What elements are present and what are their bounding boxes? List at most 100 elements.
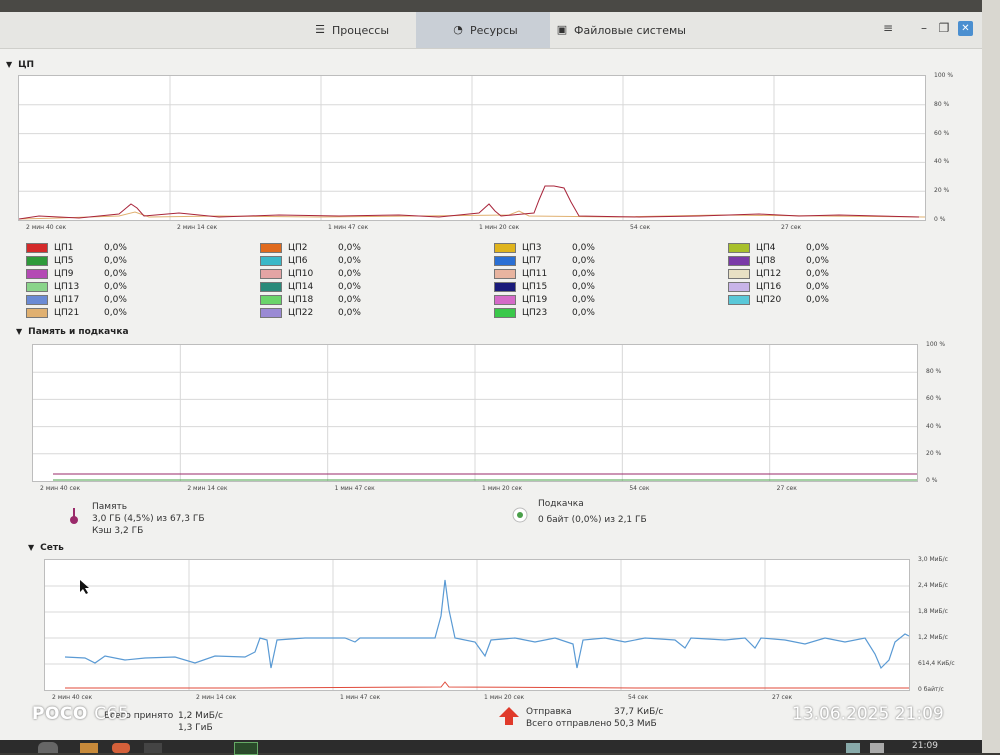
cpu-color-swatch[interactable] bbox=[728, 255, 750, 266]
send-rate: 37,7 КиБ/с bbox=[614, 707, 664, 717]
terminal-app-icon[interactable] bbox=[144, 743, 162, 753]
x-tick-label: 2 мин 40 сек bbox=[26, 224, 67, 231]
y-tick-label: 80 % bbox=[934, 100, 950, 108]
cpu-color-swatch[interactable] bbox=[260, 307, 282, 318]
cpu-legend-item[interactable]: ЦП16 0,0% bbox=[728, 281, 829, 292]
cpu-color-swatch[interactable] bbox=[494, 281, 516, 292]
y-tick-label: 3,0 МиБ/с bbox=[918, 556, 948, 563]
cpu-color-swatch[interactable] bbox=[26, 294, 48, 305]
maximize-icon[interactable]: ❐ bbox=[936, 21, 952, 35]
cpu-color-swatch[interactable] bbox=[26, 268, 48, 279]
cpu-color-swatch[interactable] bbox=[260, 255, 282, 266]
cpu-color-swatch[interactable] bbox=[728, 242, 750, 253]
memory-section-title: Память и подкачка bbox=[28, 327, 129, 337]
cpu-legend-item[interactable]: ЦП18 0,0% bbox=[260, 294, 361, 305]
y-tick-label: 60 % bbox=[926, 395, 942, 403]
x-tick-label: 1 мин 47 сек bbox=[328, 224, 369, 231]
cpu-legend-item[interactable]: ЦП11 0,0% bbox=[494, 268, 595, 279]
cpu-core-value: 0,0% bbox=[104, 294, 127, 305]
network-section-header[interactable]: ▼ Сеть bbox=[28, 543, 64, 553]
send-info: Отправка Всего отправлено bbox=[526, 706, 612, 730]
files-app-icon[interactable] bbox=[80, 743, 98, 753]
app-menu-icon[interactable] bbox=[38, 742, 58, 753]
cpu-color-swatch[interactable] bbox=[260, 268, 282, 279]
network-send-line bbox=[65, 681, 909, 689]
cpu-legend-item[interactable]: ЦП20 0,0% bbox=[728, 294, 829, 305]
tab-processes[interactable]: ☰ Процессы bbox=[308, 12, 422, 48]
cpu-legend-item[interactable]: ЦП23 0,0% bbox=[494, 307, 595, 318]
memory-cache: Кэш 3,2 ГБ bbox=[92, 526, 144, 536]
minimize-icon[interactable]: – bbox=[916, 21, 932, 35]
cpu-color-swatch[interactable] bbox=[26, 307, 48, 318]
menu-icon[interactable]: ≡ bbox=[880, 21, 896, 35]
cpu-legend-item[interactable]: ЦП19 0,0% bbox=[494, 294, 595, 305]
swap-label: Подкачка bbox=[538, 499, 584, 509]
cpu-color-swatch[interactable] bbox=[260, 281, 282, 292]
cpu-core-name: ЦП9 bbox=[54, 268, 74, 279]
receive-values: 1,2 МиБ/с 1,3 ГиБ bbox=[178, 710, 223, 734]
y-tick-label: 40 % bbox=[926, 422, 942, 430]
x-tick-label: 1 мин 20 сек bbox=[482, 485, 523, 492]
tab-resources[interactable]: ◔ Ресурсы bbox=[416, 12, 550, 48]
cpu-legend-item[interactable]: ЦП9 0,0% bbox=[26, 268, 127, 279]
cpu-color-swatch[interactable] bbox=[494, 255, 516, 266]
cpu-core-value: 0,0% bbox=[104, 255, 127, 266]
cpu-color-swatch[interactable] bbox=[260, 242, 282, 253]
cpu-color-swatch[interactable] bbox=[26, 255, 48, 266]
cpu-core-value: 0,0% bbox=[104, 307, 127, 318]
cpu-legend-item[interactable]: ЦП22 0,0% bbox=[260, 307, 361, 318]
cpu-graph-svg bbox=[18, 76, 926, 220]
cpu-legend-item[interactable]: ЦП17 0,0% bbox=[26, 294, 127, 305]
monitor-app-icon[interactable] bbox=[234, 742, 258, 755]
cpu-legend-item[interactable]: ЦП8 0,0% bbox=[728, 255, 829, 266]
cpu-color-swatch[interactable] bbox=[26, 281, 48, 292]
y-tick-label: 80 % bbox=[926, 368, 942, 376]
cpu-legend-item[interactable]: ЦП4 0,0% bbox=[728, 242, 829, 253]
filesystems-icon: ▣ bbox=[556, 23, 568, 36]
cpu-legend-item[interactable]: ЦП21 0,0% bbox=[26, 307, 127, 318]
cpu-core-value: 0,0% bbox=[104, 242, 127, 253]
cpu-color-swatch[interactable] bbox=[494, 268, 516, 279]
tray-clock[interactable]: 21:09 bbox=[912, 741, 938, 751]
cpu-legend-item[interactable]: ЦП1 0,0% bbox=[26, 242, 127, 253]
memory-section-header[interactable]: ▼ Память и подкачка bbox=[16, 327, 129, 337]
cpu-color-swatch[interactable] bbox=[728, 281, 750, 292]
cpu-color-swatch[interactable] bbox=[26, 242, 48, 253]
send-values: 37,7 КиБ/с 50,3 МиБ bbox=[614, 706, 663, 730]
cpu-color-swatch[interactable] bbox=[728, 268, 750, 279]
cpu-core-value: 0,0% bbox=[338, 255, 361, 266]
cpu-color-swatch[interactable] bbox=[494, 242, 516, 253]
cpu-color-swatch[interactable] bbox=[494, 307, 516, 318]
cpu-color-swatch[interactable] bbox=[494, 294, 516, 305]
cpu-core-name: ЦП8 bbox=[756, 255, 776, 266]
cpu-color-swatch[interactable] bbox=[260, 294, 282, 305]
cpu-color-swatch[interactable] bbox=[728, 294, 750, 305]
cpu-legend-item[interactable]: ЦП3 0,0% bbox=[494, 242, 595, 253]
cpu-legend-item[interactable]: ЦП14 0,0% bbox=[260, 281, 361, 292]
close-icon[interactable]: ✕ bbox=[958, 21, 973, 36]
network-tray-icon[interactable] bbox=[846, 743, 860, 753]
cpu-legend-item[interactable]: ЦП5 0,0% bbox=[26, 255, 127, 266]
memory-graph-svg bbox=[33, 345, 917, 481]
x-tick-label: 2 мин 14 сек bbox=[196, 694, 237, 701]
cpu-legend-item[interactable]: ЦП6 0,0% bbox=[260, 255, 361, 266]
cpu-core-name: ЦП17 bbox=[54, 294, 80, 305]
wifi-tray-icon[interactable] bbox=[870, 743, 884, 753]
x-tick-label: 27 сек bbox=[772, 694, 793, 701]
swap-used: 0 байт (0,0%) из 2,1 ГБ bbox=[538, 515, 647, 525]
y-tick-label: 0 байт/с bbox=[918, 686, 944, 693]
tab-filesystems[interactable]: ▣ Файловые системы bbox=[556, 12, 706, 48]
cpu-core-name: ЦП1 bbox=[54, 242, 74, 253]
y-tick-label: 100 % bbox=[934, 72, 954, 79]
system-monitor-window: ☰ Процессы ◔ Ресурсы ▣ Файловые системы … bbox=[0, 12, 982, 740]
cpu-legend-item[interactable]: ЦП7 0,0% bbox=[494, 255, 595, 266]
cpu-legend-item[interactable]: ЦП12 0,0% bbox=[728, 268, 829, 279]
cpu-legend-item[interactable]: ЦП13 0,0% bbox=[26, 281, 127, 292]
cpu-legend-item[interactable]: ЦП2 0,0% bbox=[260, 242, 361, 253]
cpu-legend-item[interactable]: ЦП10 0,0% bbox=[260, 268, 361, 279]
cpu-legend-item[interactable]: ЦП15 0,0% bbox=[494, 281, 595, 292]
receive-total: 1,3 ГиБ bbox=[178, 723, 213, 733]
browser-app-icon[interactable] bbox=[112, 743, 130, 753]
cpu-section-header[interactable]: ▼ ЦП bbox=[6, 60, 34, 70]
x-tick-label: 1 мин 20 сек bbox=[484, 694, 525, 701]
